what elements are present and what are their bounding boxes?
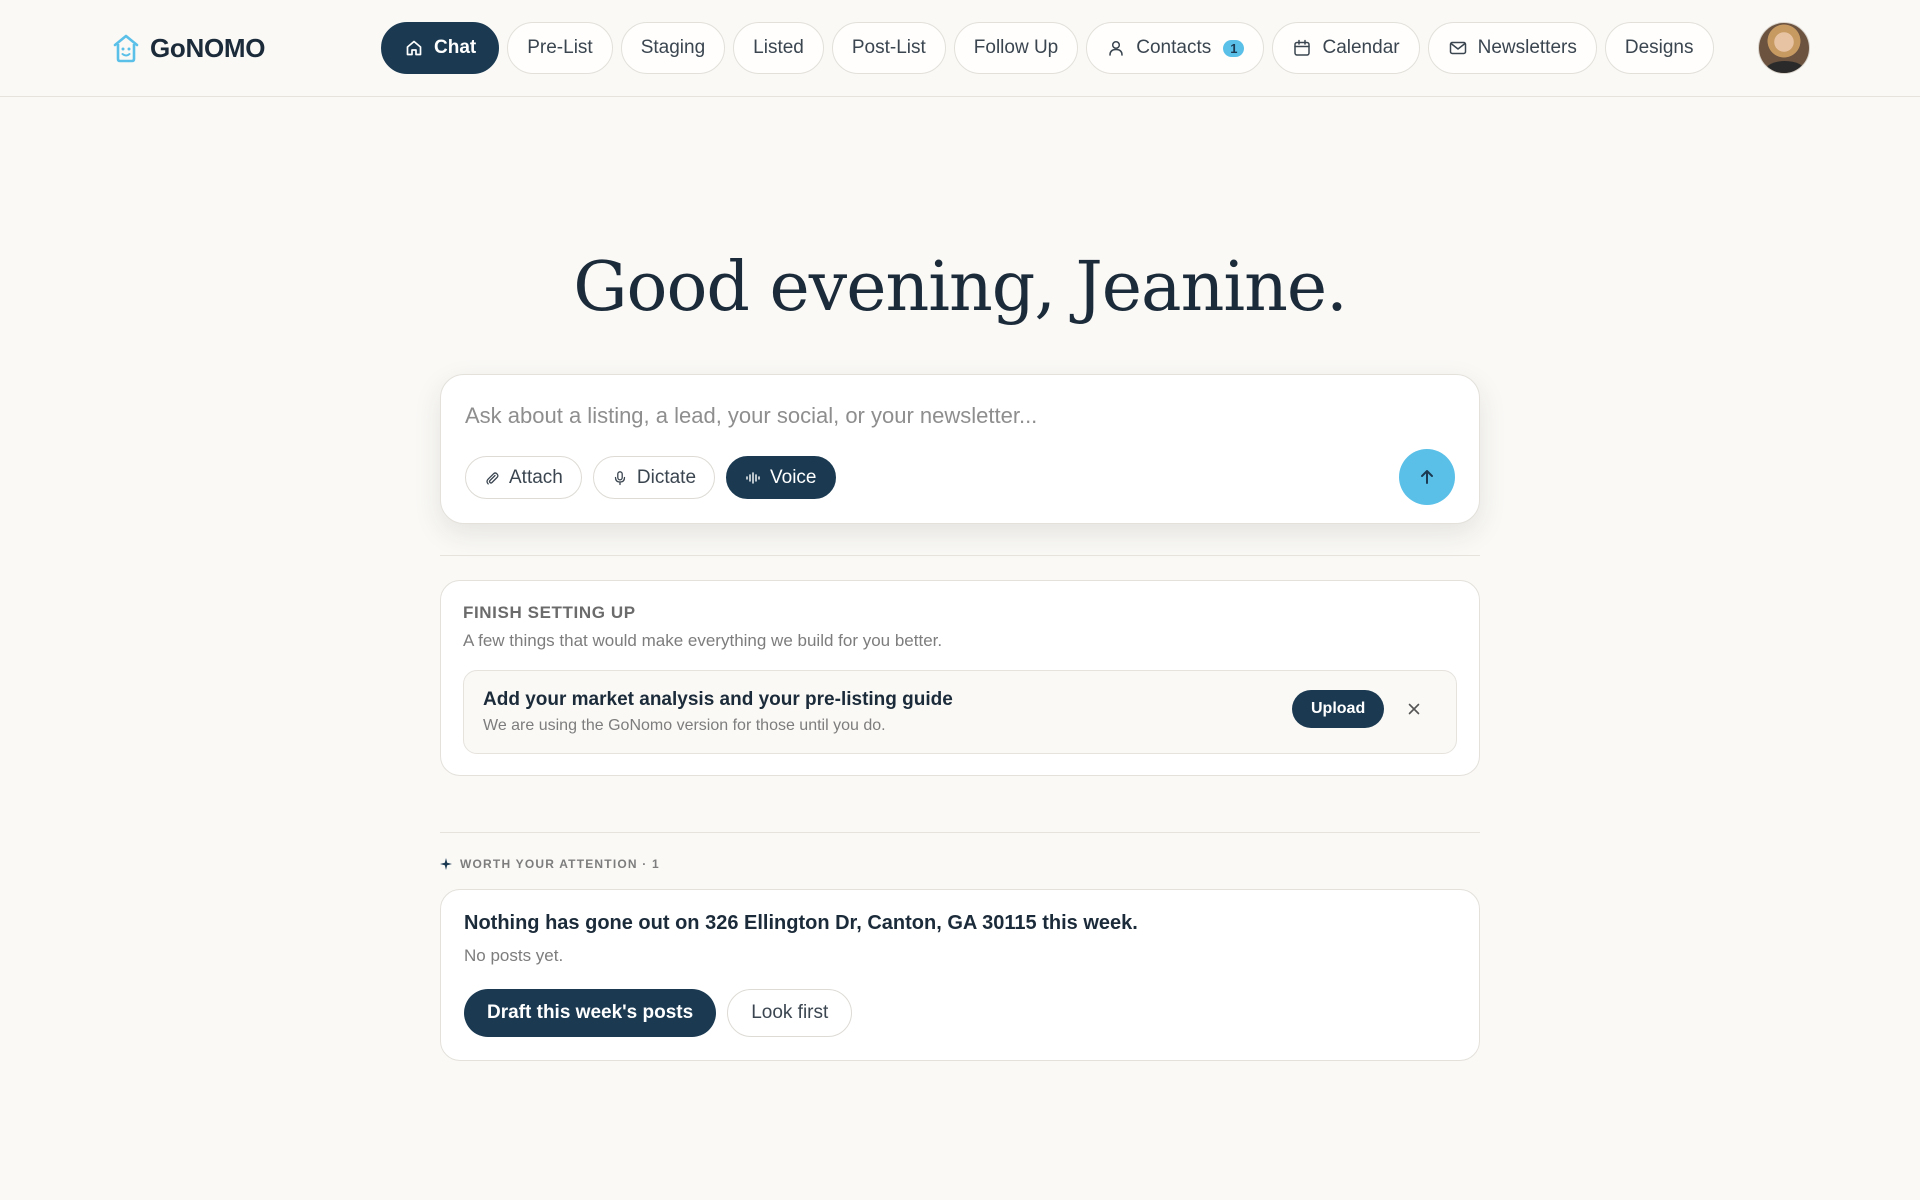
section-divider <box>440 555 1480 556</box>
avatar-shoulders <box>1765 61 1805 73</box>
nav-tab-label: Newsletters <box>1477 37 1577 58</box>
sparkle-icon <box>440 858 452 870</box>
person-icon <box>1106 38 1126 58</box>
draft-posts-button[interactable]: Draft this week's posts <box>464 989 717 1037</box>
house-face-icon <box>113 34 139 63</box>
waveform-icon <box>745 470 761 486</box>
brand-logo[interactable]: GoNOMO <box>112 30 265 66</box>
microphone-icon <box>612 470 628 486</box>
chat-composer: Attach Dictate Voice <box>440 374 1480 524</box>
calendar-icon <box>1292 38 1312 58</box>
nav-tab-label: Post-List <box>851 37 926 58</box>
setup-task: Add your market analysis and your pre-li… <box>463 670 1457 754</box>
dictate-button[interactable]: Dictate <box>592 456 716 499</box>
nav-tab-follow-up[interactable]: Follow Up <box>953 22 1079 74</box>
mail-icon <box>1448 38 1468 58</box>
nav-tab-label: Staging <box>640 37 706 58</box>
close-icon <box>1408 703 1420 715</box>
nav-tab-newsletters[interactable]: Newsletters <box>1427 22 1597 74</box>
setup-title: FINISH SETTING UP <box>463 603 636 622</box>
nav-tab-post-list[interactable]: Post-List <box>831 22 946 74</box>
attention-subtitle: No posts yet. <box>464 946 564 965</box>
greeting-heading: Good evening, Jeanine. <box>573 248 1348 327</box>
attach-button[interactable]: Attach <box>465 456 582 499</box>
attention-header: WORTH YOUR ATTENTION · 1 <box>440 856 660 872</box>
contacts-count-badge: 1 <box>1223 39 1245 57</box>
nav-tab-label: Follow Up <box>973 37 1059 58</box>
nav-tab-calendar[interactable]: Calendar <box>1272 22 1420 74</box>
arrow-up-icon <box>1421 470 1433 484</box>
chat-input[interactable] <box>465 399 1425 433</box>
dictate-label: Dictate <box>636 466 697 488</box>
look-first-button[interactable]: Look first <box>727 989 853 1037</box>
user-avatar[interactable] <box>1758 22 1810 74</box>
setup-subtitle: A few things that would make everything … <box>463 631 943 650</box>
setup-card: FINISH SETTING UP A few things that woul… <box>440 580 1480 776</box>
attention-card: Nothing has gone out on 326 Ellington Dr… <box>440 889 1480 1061</box>
nav-tab-label: Calendar <box>1322 37 1400 58</box>
top-bar: GoNOMO Chat Pre-List Staging Listed Post… <box>0 0 1920 97</box>
nav-tab-label: Pre-List <box>527 37 593 58</box>
nav-tab-designs[interactable]: Designs <box>1604 22 1714 74</box>
send-button[interactable] <box>1399 449 1455 505</box>
nav-tab-chat[interactable]: Chat <box>381 22 500 74</box>
upload-button[interactable]: Upload <box>1292 690 1385 728</box>
nav-tab-label: Designs <box>1624 37 1694 58</box>
home-icon <box>404 38 424 58</box>
nav-tab-label: Chat <box>434 37 477 58</box>
nav-tab-listed[interactable]: Listed <box>733 22 824 74</box>
main-nav: Chat Pre-List Staging Listed Post-List F… <box>381 21 1714 75</box>
nav-tab-label: Listed <box>753 37 804 58</box>
composer-tools: Attach Dictate Voice <box>465 456 836 499</box>
voice-button[interactable]: Voice <box>726 456 836 499</box>
section-divider <box>440 832 1480 833</box>
task-subtitle: We are using the GoNomo version for thos… <box>483 717 886 734</box>
attention-actions: Draft this week's posts Look first <box>464 989 853 1037</box>
nav-tab-contacts[interactable]: Contacts 1 <box>1086 22 1265 74</box>
attach-label: Attach <box>509 466 563 488</box>
dismiss-button[interactable] <box>1404 699 1424 719</box>
nav-tab-label: Contacts <box>1136 37 1212 58</box>
brand-name: GoNOMO <box>150 32 266 63</box>
nav-tab-pre-list[interactable]: Pre-List <box>507 22 613 74</box>
task-title: Add your market analysis and your pre-li… <box>483 689 953 710</box>
attention-label: WORTH YOUR ATTENTION · 1 <box>460 857 660 871</box>
nav-tab-staging[interactable]: Staging <box>620 22 726 74</box>
paperclip-icon <box>484 470 500 486</box>
attention-title: Nothing has gone out on 326 Ellington Dr… <box>464 912 1138 934</box>
voice-label: Voice <box>770 466 817 488</box>
